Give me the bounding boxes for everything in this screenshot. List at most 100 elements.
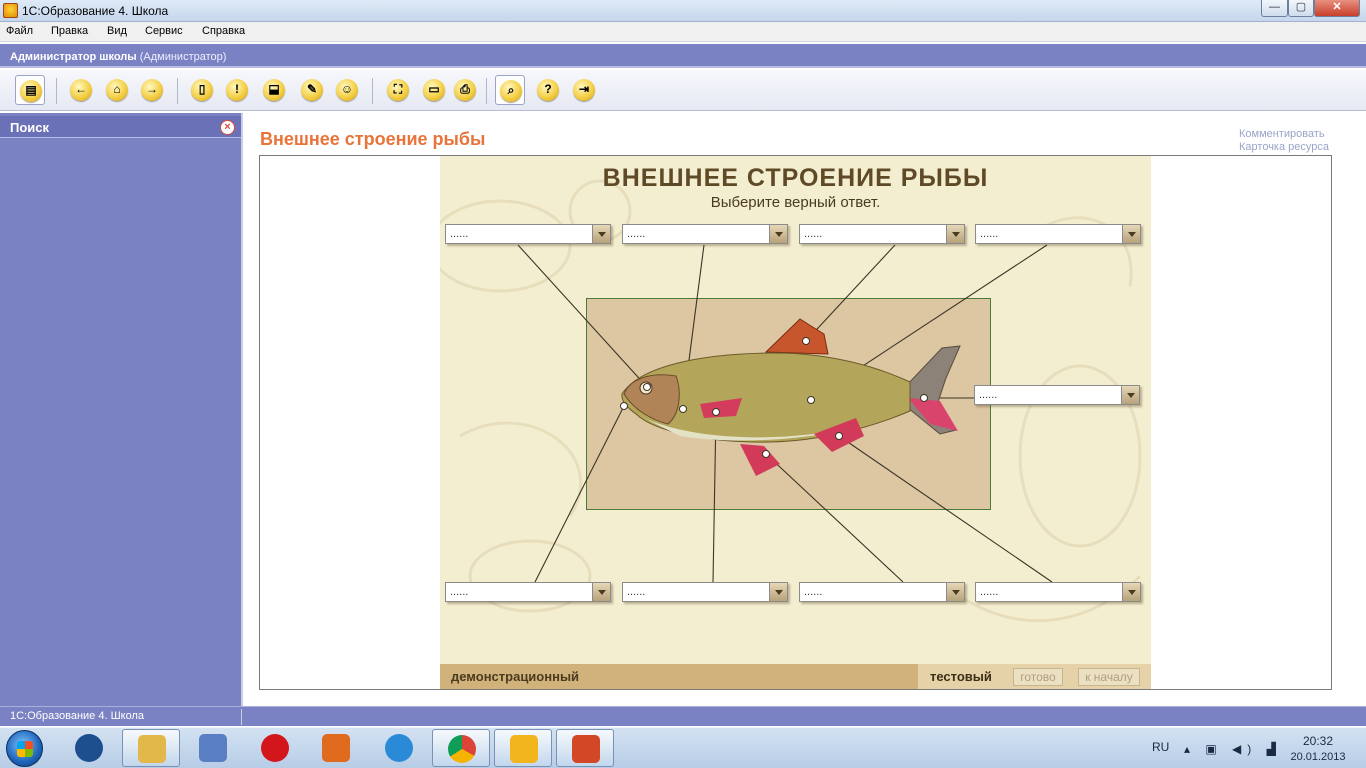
document-button[interactable]: ▯ <box>187 75 217 105</box>
close-button[interactable]: ✕ <box>1314 0 1360 17</box>
dropdown-value: ...... <box>627 586 646 598</box>
menu-view[interactable]: Вид <box>107 25 127 37</box>
powerpoint-icon <box>572 735 600 763</box>
answer-dropdown-4[interactable]: ...... <box>975 224 1141 244</box>
demo-mode-tab[interactable]: демонстрационный <box>451 669 579 684</box>
maximize-button[interactable]: ▢ <box>1288 0 1314 17</box>
user-button[interactable]: ☺ <box>332 75 362 105</box>
catalog-glyph: ▤ <box>25 83 37 97</box>
answer-dropdown-9[interactable]: ...... <box>975 582 1141 602</box>
internet-explorer-icon <box>385 734 413 762</box>
test-mode-tab[interactable]: тестовый <box>930 669 992 684</box>
dropdown-value: ...... <box>980 586 999 598</box>
toolbar-separator <box>56 78 57 104</box>
chevron-down-icon <box>946 583 964 601</box>
media-player-icon <box>75 734 103 762</box>
dropdown-value: ...... <box>627 228 646 240</box>
app-logo-icon <box>3 3 18 18</box>
chrome-icon <box>448 735 476 763</box>
print-button[interactable]: ⎙ <box>450 75 480 105</box>
home-button[interactable]: ⌂ <box>102 75 132 105</box>
restart-button[interactable]: к началу <box>1078 668 1140 686</box>
user-role: (Администратор) <box>139 51 227 63</box>
edit-button[interactable]: ✎ <box>297 75 327 105</box>
toolbar-separator <box>372 78 373 104</box>
clock-date[interactable]: 20.01.2013 <box>1288 751 1348 763</box>
language-indicator[interactable]: RU <box>1152 740 1169 754</box>
search-panel-title: Поиск <box>10 120 50 135</box>
done-button[interactable]: готово <box>1013 668 1063 686</box>
chevron-down-icon <box>769 583 787 601</box>
resource-card-link[interactable]: Карточка ресурса <box>1239 141 1329 153</box>
basket-button[interactable]: ⬓ <box>259 75 289 105</box>
menu-file[interactable]: Файл <box>6 25 33 37</box>
toolbar-separator <box>486 78 487 104</box>
menu-bar: Файл Правка Вид Сервис Справка <box>0 22 1366 42</box>
answer-dropdown-1[interactable]: ...... <box>445 224 611 244</box>
catalog-button[interactable]: ▤ <box>15 75 45 105</box>
user-name: Администратор школы <box>10 51 137 63</box>
chevron-down-icon <box>946 225 964 243</box>
tray-icons[interactable]: ▴ ▣ ◀) ▟ <box>1184 742 1282 756</box>
answer-dropdown-7[interactable]: ...... <box>622 582 788 602</box>
window-title: 1С:Образование 4. Школа <box>22 4 169 18</box>
answer-dropdown-6[interactable]: ...... <box>445 582 611 602</box>
answer-dropdown-5[interactable]: ...... <box>974 385 1140 405</box>
search-panel-header: Поиск × <box>0 116 241 138</box>
answer-dropdown-3[interactable]: ...... <box>799 224 965 244</box>
fit-screen-glyph: ⛶ <box>393 82 403 96</box>
1c-education-icon <box>510 735 538 763</box>
clock-time[interactable]: 20:32 <box>1288 734 1348 748</box>
search-button[interactable]: ⌕ <box>495 75 525 105</box>
exit-button[interactable]: ⇥ <box>569 75 599 105</box>
back-button[interactable]: ← <box>66 75 96 105</box>
fish-exercise: ВНЕШНЕЕ СТРОЕНИЕ РЫБЫ Выберите верный от… <box>440 156 1151 689</box>
taskbar-opera[interactable] <box>246 729 304 767</box>
fit-screen-button[interactable]: ⛶ <box>383 75 413 105</box>
status-text: 1С:Образование 4. Школа <box>10 710 145 722</box>
answer-dropdown-2[interactable]: ...... <box>622 224 788 244</box>
edit-glyph: ✎ <box>306 82 318 96</box>
office-setup-icon <box>322 734 350 762</box>
monitor-button[interactable]: ▭ <box>419 75 449 105</box>
status-divider <box>241 709 242 725</box>
page-title: Внешнее строение рыбы <box>260 129 486 149</box>
taskbar-internet-explorer[interactable] <box>370 729 428 767</box>
search-glyph: ⌕ <box>507 83 515 97</box>
taskbar-office-setup[interactable] <box>307 729 365 767</box>
chevron-down-icon <box>1122 583 1140 601</box>
help-glyph: ? <box>544 82 552 96</box>
print-glyph: ⎙ <box>460 82 470 96</box>
menu-edit[interactable]: Правка <box>51 25 88 37</box>
search-panel: Поиск × <box>0 113 243 706</box>
monitor-glyph: ▭ <box>428 82 440 96</box>
menu-service[interactable]: Сервис <box>145 25 183 37</box>
start-button[interactable] <box>6 730 43 767</box>
toolbar-separator <box>177 78 178 104</box>
minimize-button[interactable]: — <box>1261 0 1288 17</box>
taskbar-powerpoint[interactable] <box>556 729 614 767</box>
comment-link[interactable]: Комментировать <box>1239 128 1325 140</box>
answer-dropdown-8[interactable]: ...... <box>799 582 965 602</box>
windows-logo-icon <box>17 741 33 757</box>
chevron-down-icon <box>1122 225 1140 243</box>
note-glyph: ! <box>235 82 239 96</box>
taskbar-media-player[interactable] <box>60 729 118 767</box>
chevron-down-icon <box>1121 386 1139 404</box>
menu-help[interactable]: Справка <box>202 25 245 37</box>
user-glyph: ☺ <box>340 82 354 96</box>
folder-icon <box>138 735 166 763</box>
dropdown-value: ...... <box>804 228 823 240</box>
close-panel-icon[interactable]: × <box>220 120 235 135</box>
fish-illustration <box>621 318 961 476</box>
status-bar: 1С:Образование 4. Школа <box>0 706 1366 726</box>
chevron-down-icon <box>769 225 787 243</box>
taskbar-tools[interactable] <box>184 729 242 767</box>
taskbar-file-explorer[interactable] <box>122 729 180 767</box>
taskbar-1c-education[interactable] <box>494 729 552 767</box>
help-button[interactable]: ? <box>533 75 563 105</box>
mode-bar: демонстрационный тестовый готово к начал… <box>440 664 1151 689</box>
forward-button[interactable]: → <box>137 75 167 105</box>
note-button[interactable]: ! <box>222 75 252 105</box>
taskbar-chrome[interactable] <box>432 729 490 767</box>
